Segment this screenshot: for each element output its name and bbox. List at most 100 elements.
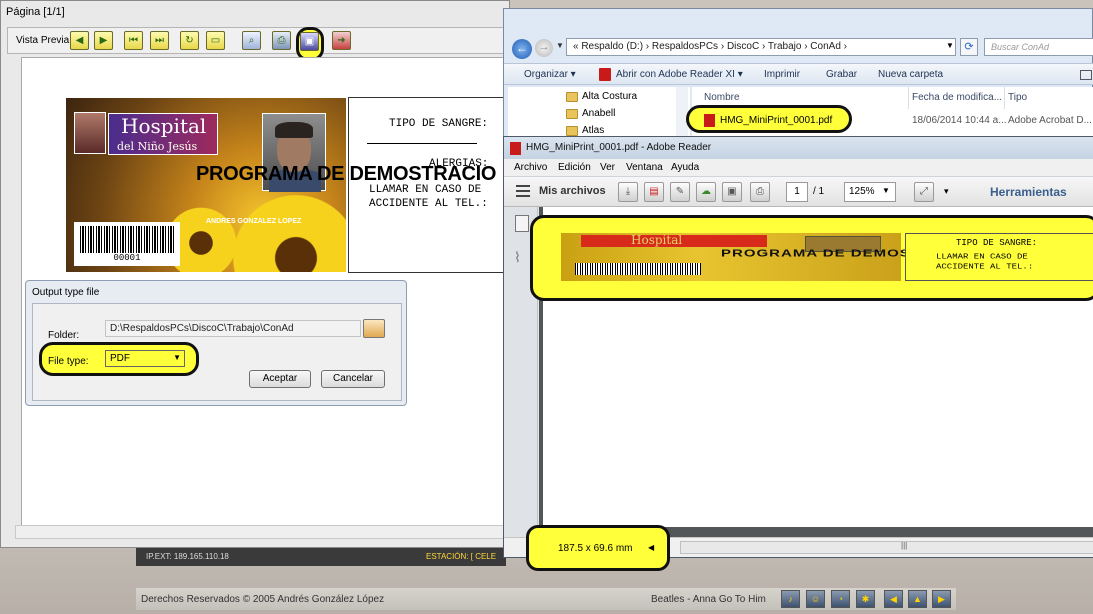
document-page: Hospital PROGRAMA DE DEMOSTRACIO TIPO DE… xyxy=(530,207,1093,527)
column-divider xyxy=(1004,87,1005,109)
refresh-icon[interactable]: ↻ xyxy=(180,31,199,50)
copyright-text: Derechos Reservados © 2005 Andrés Gonzál… xyxy=(141,594,385,605)
address-bar[interactable]: « Respaldo (D:) › RespaldosPCs › DiscoC … xyxy=(566,38,956,56)
menu-ventana[interactable]: Ventana xyxy=(626,162,663,173)
next-page-icon[interactable]: ▶ xyxy=(94,31,113,50)
column-date[interactable]: Fecha de modifica... xyxy=(912,92,1002,103)
dialog-title: Output type file xyxy=(32,287,100,298)
pages-icon[interactable] xyxy=(515,215,529,232)
folder-label: Folder: xyxy=(48,330,80,341)
organize-menu[interactable]: Organizar ▾ xyxy=(524,69,576,80)
preview-hscroll[interactable] xyxy=(15,525,507,539)
reader-title: HMG_MiniPrint_0001.pdf - Adobe Reader xyxy=(526,142,712,153)
blood-type-label: TIPO DE SANGRE: xyxy=(389,118,489,130)
menu-archivo[interactable]: Archivo xyxy=(514,162,547,173)
browse-folder-button[interactable] xyxy=(363,319,385,338)
tree-item-anabell[interactable]: Anabell xyxy=(582,108,615,119)
menu-edicion[interactable]: Edición xyxy=(558,162,591,173)
cancel-button[interactable]: Cancelar xyxy=(321,370,385,388)
first-page-icon[interactable]: ◀ xyxy=(70,31,89,50)
playlist-icon[interactable]: ♪ xyxy=(781,590,800,608)
burn-button[interactable]: Grabar xyxy=(826,69,857,80)
print-icon[interactable]: ⎙ xyxy=(750,182,770,202)
barcode-number: 00001 xyxy=(113,253,141,263)
file-date: 18/06/2014 10:44 a... xyxy=(912,115,1007,126)
edit-icon[interactable]: ✎ xyxy=(670,182,690,202)
reader-titlebar: HMG_MiniPrint_0001.pdf - Adobe Reader xyxy=(504,137,1093,159)
print-icon[interactable]: ⎙ xyxy=(272,31,291,50)
demo-banner: PROGRAMA DE DEMOSTRACIO xyxy=(196,163,497,185)
status-strip: IP.EXT: 189.165.110.18 ESTACIÓN: [ CELE xyxy=(136,548,506,566)
new-folder-button[interactable]: Nueva carpeta xyxy=(878,69,943,80)
barcode xyxy=(80,226,174,253)
filetype-select[interactable]: PDF ▼ xyxy=(105,350,185,367)
save-icon[interactable]: ▣ xyxy=(722,182,742,202)
vista-previa-label: Vista Previa xyxy=(16,35,70,46)
page-total: / 1 xyxy=(813,186,825,197)
pdf-icon xyxy=(510,142,521,155)
pdf-file-icon xyxy=(704,114,715,127)
station-label: ESTACIÓN: [ CELE xyxy=(426,552,497,561)
fullscreen-icon[interactable]: ⤢ xyxy=(914,182,934,202)
my-files-button[interactable]: Mis archivos xyxy=(539,185,606,197)
last-record-icon[interactable]: ⏭ xyxy=(150,31,169,50)
zoom-icon[interactable]: ⌕ xyxy=(242,31,261,50)
forward-arrow-icon[interactable]: → xyxy=(535,39,553,57)
tools-button[interactable]: Herramientas xyxy=(990,185,1067,199)
folder-icon xyxy=(566,126,578,136)
menu-icon[interactable] xyxy=(516,185,530,197)
save-icon[interactable]: ▣ xyxy=(300,32,319,51)
history-dropdown-icon[interactable]: ▼ xyxy=(556,41,564,50)
filetype-value: PDF xyxy=(110,353,130,364)
reader-hscroll[interactable]: ||| xyxy=(680,541,1093,554)
first-record-icon[interactable]: ⏮ xyxy=(124,31,143,50)
holder-name: ANDRES GONZALEZ LOPEZ xyxy=(206,218,302,225)
export-pdf-icon[interactable]: ▤ xyxy=(644,182,664,202)
menu-ver[interactable]: Ver xyxy=(600,162,615,173)
file-name[interactable]: HMG_MiniPrint_0001.pdf xyxy=(720,115,832,126)
chevron-left-icon[interactable]: ◀ xyxy=(648,543,654,552)
adobe-reader-window: HMG_MiniPrint_0001.pdf - Adobe Reader Ar… xyxy=(503,136,1093,571)
page-number-input[interactable]: 1 xyxy=(786,182,808,202)
exit-icon[interactable]: ➜ xyxy=(332,31,351,50)
emergency-phone-label: ACCIDENTE AL TEL.: xyxy=(369,198,488,210)
column-type[interactable]: Tipo xyxy=(1008,92,1027,103)
page-setup-icon[interactable]: ▭ xyxy=(206,31,225,50)
attachment-icon[interactable]: ⌇ xyxy=(514,249,521,266)
reader-toolbar: Mis archivos ⤓ ▤ ✎ ☁ ▣ ⎙ 1 / 1 125% ▼ ⤢ … xyxy=(504,177,1093,207)
pdf-blood-type: TIPO DE SANGRE: xyxy=(956,238,1038,248)
folder-icon xyxy=(566,109,578,119)
upload-cloud-icon[interactable]: ☁ xyxy=(696,182,716,202)
toolbar-more-icon[interactable]: ▾ xyxy=(944,186,949,197)
user-icon[interactable]: ☺ xyxy=(806,590,825,608)
next-track-icon[interactable]: ▶ xyxy=(932,590,951,608)
pdf-barcode xyxy=(575,263,701,275)
reader-menubar: Archivo Edición Ver Ventana Ayuda xyxy=(504,159,1093,177)
address-dropdown-icon[interactable]: ▼ xyxy=(946,41,954,50)
view-options-icon[interactable] xyxy=(1080,70,1092,80)
accept-button[interactable]: Aceptar xyxy=(249,370,311,388)
print-button[interactable]: Imprimir xyxy=(764,69,800,80)
refresh-icon[interactable]: ⟳ xyxy=(960,38,978,56)
settings-icon[interactable]: ✱ xyxy=(856,590,875,608)
search-input[interactable]: Buscar ConAd xyxy=(984,38,1093,56)
tree-item-alta-costura[interactable]: Alta Costura xyxy=(582,91,637,102)
open-with-reader-button[interactable]: Abrir con Adobe Reader XI ▾ xyxy=(616,69,743,80)
document-area: Hospital PROGRAMA DE DEMOSTRACIO TIPO DE… xyxy=(530,207,1093,537)
pdf-emergency-call: LLAMAR EN CASO DE xyxy=(936,253,1028,261)
tree-item-atlas[interactable]: Atlas xyxy=(582,125,604,136)
prev-track-icon[interactable]: ◀ xyxy=(884,590,903,608)
column-name[interactable]: Nombre xyxy=(704,92,740,103)
menu-ayuda[interactable]: Ayuda xyxy=(671,162,699,173)
command-bar: Organizar ▾ Abrir con Adobe Reader XI ▾ … xyxy=(504,63,1093,85)
rss-icon[interactable]: ◔ xyxy=(831,590,850,608)
dialog-body: Folder: D:\RespaldosPCs\DiscoC\Trabajo\C… xyxy=(32,303,402,401)
create-pdf-icon[interactable]: ⤓ xyxy=(618,182,638,202)
eject-icon[interactable]: ▲ xyxy=(908,590,927,608)
folder-input[interactable]: D:\RespaldosPCs\DiscoC\Trabajo\ConAd xyxy=(105,320,361,337)
folder-icon xyxy=(566,92,578,102)
column-divider xyxy=(908,87,909,109)
back-arrow-icon[interactable]: ← xyxy=(512,39,532,59)
bottom-bar: Derechos Reservados © 2005 Andrés Gonzál… xyxy=(136,588,956,610)
chevron-down-icon[interactable]: ▼ xyxy=(882,186,890,195)
